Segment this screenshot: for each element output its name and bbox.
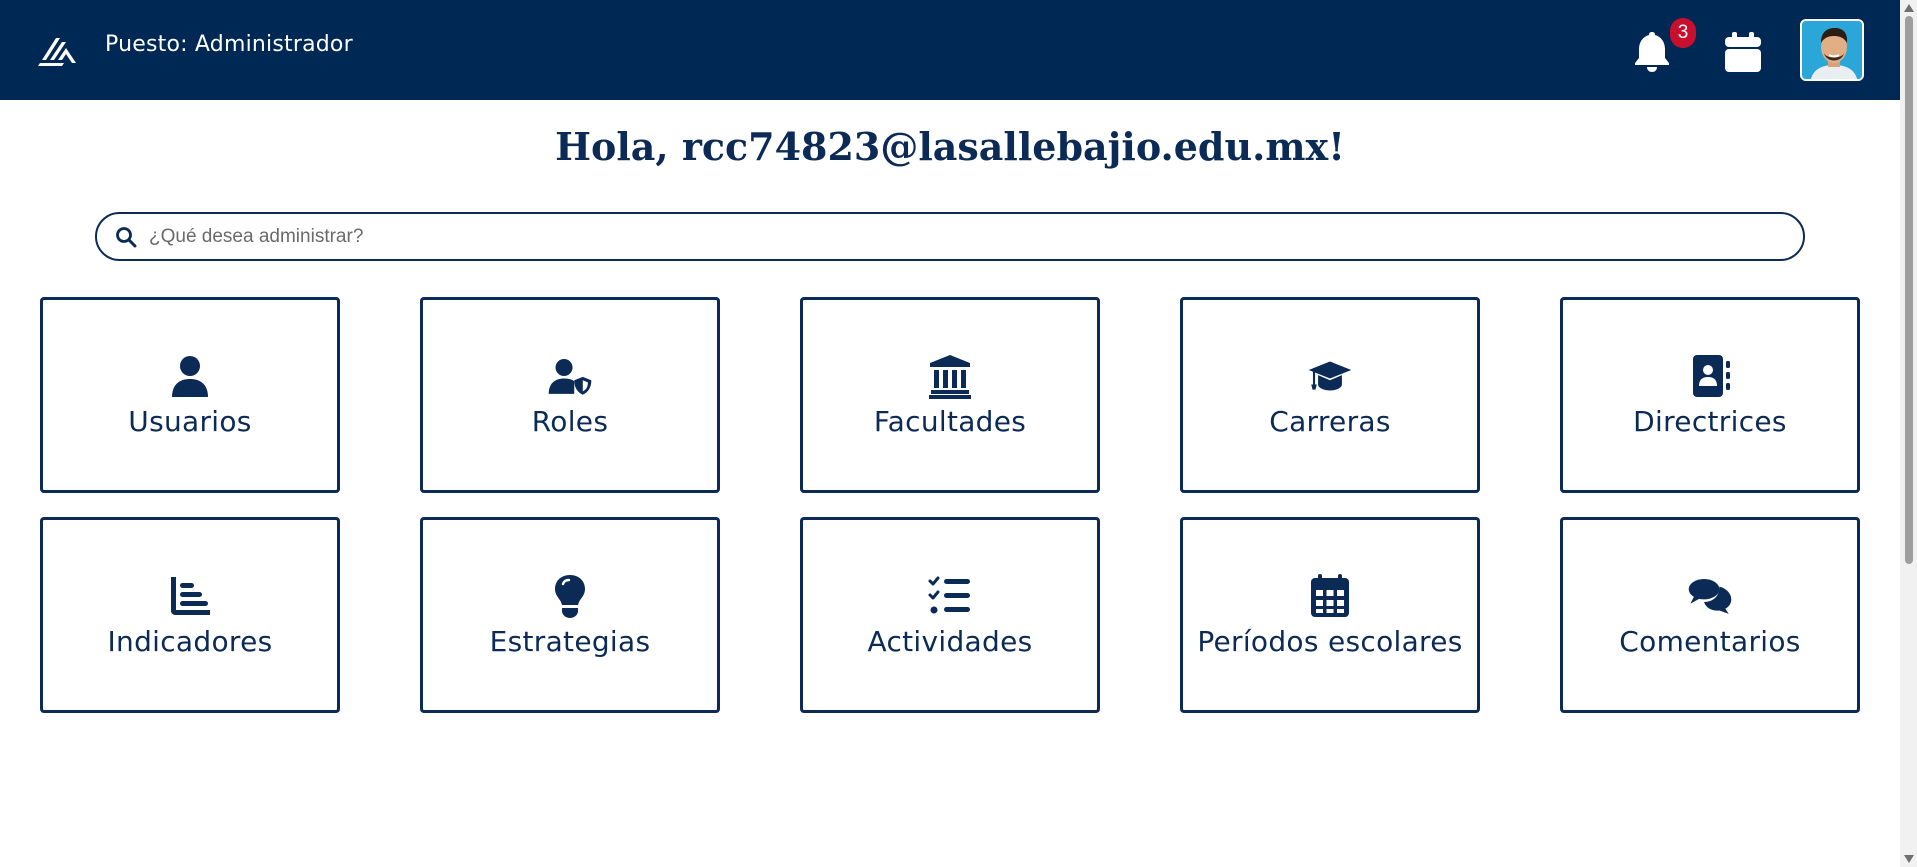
scrollbar-thumb[interactable]: [1905, 16, 1913, 564]
notification-badge: 3: [1670, 18, 1696, 48]
card-label: Facultades: [873, 404, 1027, 438]
card-facultades[interactable]: Facultades: [800, 297, 1100, 493]
search-input[interactable]: [149, 216, 1749, 257]
chart-simple-icon: [171, 576, 210, 615]
vertical-scrollbar[interactable]: [1900, 0, 1917, 867]
calendar-days-icon: [1311, 573, 1349, 617]
page-greeting: Hola, rcc74823@lasallebajio.edu.mx!: [555, 124, 1345, 169]
card-actividades[interactable]: Actividades: [800, 517, 1100, 713]
avatar-photo-icon: [1802, 21, 1862, 79]
lightbulb-icon: [555, 574, 585, 618]
lasalle-logo-icon[interactable]: [36, 30, 82, 70]
card-periodos-escolares[interactable]: Períodos escolares: [1180, 517, 1480, 713]
search-icon: [116, 226, 137, 247]
scroll-up-arrow-icon[interactable]: [1904, 4, 1914, 12]
card-directrices[interactable]: Directrices: [1560, 297, 1860, 493]
calendar-icon[interactable]: [1721, 30, 1765, 74]
card-comentarios[interactable]: Comentarios: [1560, 517, 1860, 713]
user-icon: [172, 355, 208, 397]
card-estrategias[interactable]: Estrategias: [420, 517, 720, 713]
user-avatar[interactable]: [1800, 19, 1864, 81]
card-label: Actividades: [867, 624, 1033, 658]
card-label: Usuarios: [128, 404, 252, 438]
scroll-down-arrow-icon[interactable]: [1904, 855, 1914, 863]
bell-icon[interactable]: [1630, 28, 1674, 74]
card-roles[interactable]: Roles: [420, 297, 720, 493]
card-carreras[interactable]: Carreras: [1180, 297, 1480, 493]
building-columns-icon: [929, 354, 971, 399]
graduation-cap-icon: [1308, 361, 1352, 390]
top-navbar: Puesto: Administrador 3: [0, 0, 1900, 100]
card-label: Indicadores: [107, 624, 273, 658]
list-check-icon: [928, 576, 970, 613]
card-label: Carreras: [1269, 404, 1391, 438]
comments-icon: [1688, 578, 1732, 614]
card-indicadores[interactable]: Indicadores: [40, 517, 340, 713]
user-shield-icon: [548, 358, 592, 395]
card-label: Períodos escolares: [1197, 624, 1463, 658]
search-bar[interactable]: [95, 212, 1805, 261]
card-label: Roles: [531, 404, 609, 438]
address-book-icon: [1693, 354, 1730, 397]
card-label: Estrategias: [489, 624, 651, 658]
card-label: Directrices: [1633, 404, 1787, 438]
card-label: Comentarios: [1619, 624, 1801, 658]
card-usuarios[interactable]: Usuarios: [40, 297, 340, 493]
role-label: Puesto: Administrador: [105, 32, 353, 57]
